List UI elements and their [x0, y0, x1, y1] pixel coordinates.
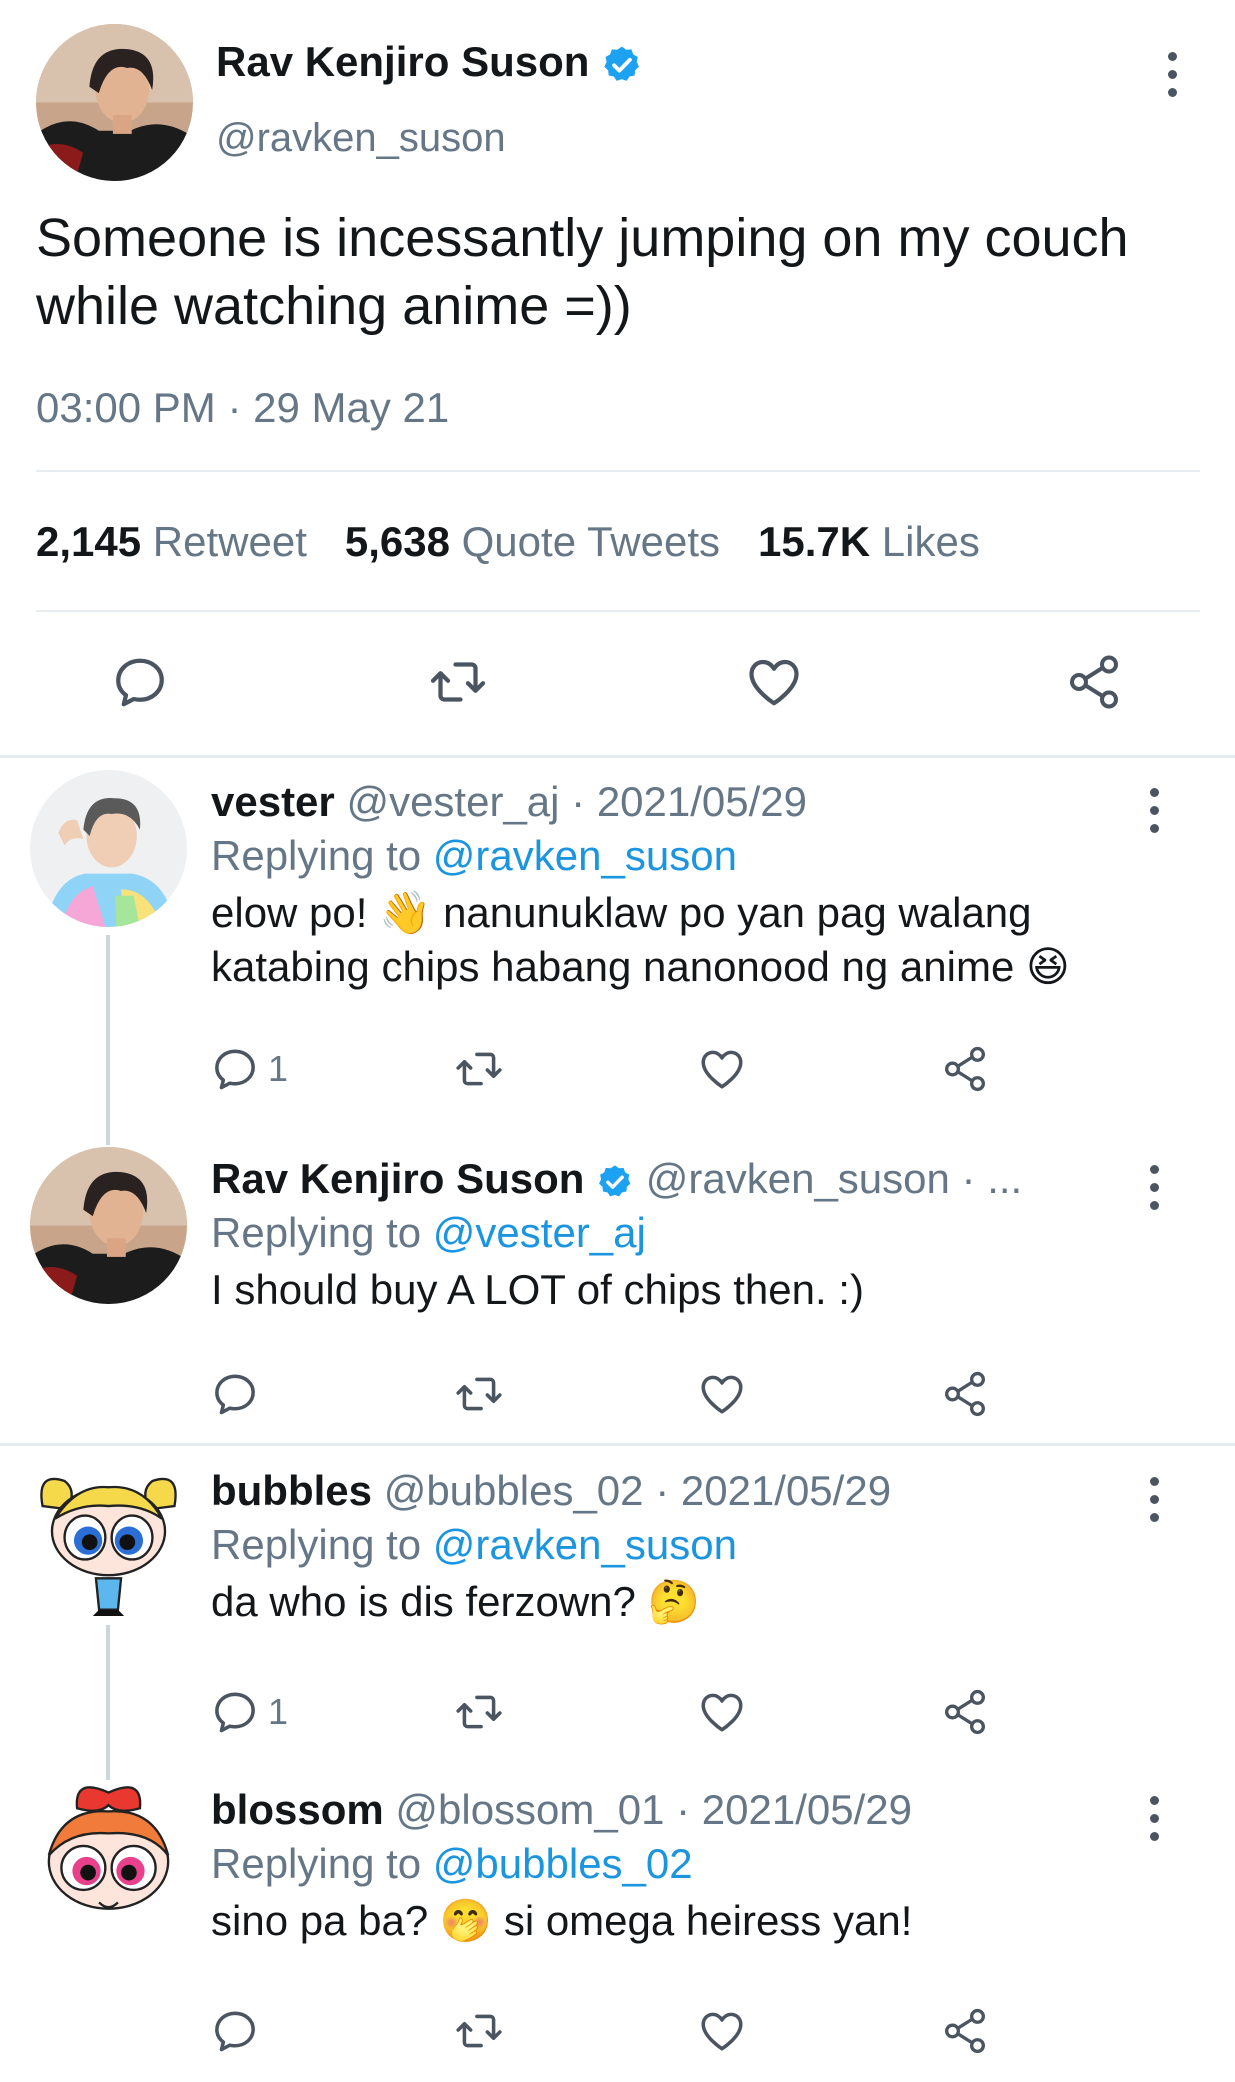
more-icon[interactable]: [1152, 44, 1192, 104]
like-icon: [697, 1369, 747, 1419]
retweet-icon: [452, 1044, 506, 1094]
reply-tweet: Rav Kenjiro Suson @ravken_suson · ... Re…: [0, 1135, 1235, 1440]
share-button[interactable]: [1064, 652, 1124, 712]
reply-handle[interactable]: @blossom_01 · 2021/05/29: [395, 1786, 912, 1833]
share-button[interactable]: [940, 1369, 990, 1419]
avatar[interactable]: [30, 1780, 187, 1937]
reply-header: vester @vester_aj · 2021/05/29: [211, 778, 807, 826]
share-icon: [940, 1044, 990, 1094]
likes-stat[interactable]: 15.7K Likes: [758, 518, 980, 565]
like-button[interactable]: [744, 652, 804, 712]
avatar[interactable]: [30, 1147, 187, 1304]
mention-link[interactable]: @ravken_suson: [433, 832, 737, 879]
face-with-hand-over-mouth-emoji: 🤭: [439, 1897, 493, 1944]
reply-author-name[interactable]: vester: [211, 778, 335, 825]
reply-count: 1: [268, 1691, 289, 1732]
retweets-stat[interactable]: 2,145 Retweet: [36, 518, 307, 565]
like-button[interactable]: [697, 2006, 747, 2056]
mention-link[interactable]: @ravken_suson: [433, 1521, 737, 1568]
verified-badge-icon: [596, 1163, 634, 1201]
reply-icon: [210, 1369, 260, 1419]
reply-tweet: bubbles @bubbles_02 · 2021/05/29 Replyin…: [0, 1447, 1235, 1767]
reply-text: sino pa ba? 🤭 si omega heiress yan!: [211, 1897, 913, 1944]
more-icon[interactable]: [1134, 1157, 1174, 1217]
reply-author-name[interactable]: Rav Kenjiro Suson: [211, 1155, 584, 1202]
retweet-icon: [452, 2006, 506, 2056]
grinning-squinting-face-emoji: 😆: [1025, 943, 1070, 990]
retweet-button[interactable]: [452, 1369, 506, 1419]
share-icon: [940, 2006, 990, 2056]
more-icon[interactable]: [1134, 1469, 1174, 1529]
retweet-icon: [426, 652, 490, 712]
tweet-stats: 2,145 Retweet 5,638 Quote Tweets 15.7K Lik…: [36, 518, 980, 566]
avatar[interactable]: [36, 24, 193, 181]
share-icon: [940, 1369, 990, 1419]
reply-icon: [110, 652, 170, 712]
tweet-text: Someone is incessantly jumping on my cou…: [36, 208, 1129, 336]
like-icon: [697, 1044, 747, 1094]
reply-text: da who is dis ferzown? 🤔: [211, 1578, 700, 1625]
mention-link[interactable]: @bubbles_02: [433, 1840, 693, 1887]
share-button[interactable]: [940, 1044, 990, 1094]
reply-button[interactable]: 1: [210, 1687, 288, 1737]
thinking-face-emoji: 🤔: [647, 1578, 700, 1625]
share-button[interactable]: [940, 2006, 990, 2056]
reply-button[interactable]: [210, 1369, 268, 1419]
retweet-button[interactable]: [452, 1044, 506, 1094]
more-icon[interactable]: [1134, 780, 1174, 840]
divider: [36, 610, 1200, 612]
reply-text: I should buy A LOT of chips then. :): [211, 1266, 864, 1313]
author-handle[interactable]: @ravken_suson: [216, 116, 506, 161]
like-button[interactable]: [697, 1369, 747, 1419]
share-icon: [1064, 652, 1124, 712]
like-icon: [744, 652, 804, 712]
like-button[interactable]: [697, 1687, 747, 1737]
divider: [36, 470, 1200, 472]
reply-button[interactable]: [110, 652, 170, 712]
retweet-button[interactable]: [426, 652, 490, 712]
verified-badge-icon: [601, 44, 643, 86]
reply-author-name[interactable]: blossom: [211, 1786, 384, 1833]
replying-to: Replying to @ravken_suson: [211, 1521, 737, 1568]
reply-icon: [210, 2006, 260, 2056]
waving-hand-emoji: 👋: [379, 889, 432, 936]
author-name[interactable]: Rav Kenjiro Suson: [216, 38, 643, 86]
like-icon: [697, 2006, 747, 2056]
reply-author-name[interactable]: bubbles: [211, 1467, 372, 1514]
retweet-icon: [452, 1687, 506, 1737]
like-icon: [697, 1687, 747, 1737]
avatar[interactable]: [30, 1459, 187, 1616]
reply-tweet: vester @vester_aj · 2021/05/29 Replying …: [0, 758, 1235, 1123]
reply-handle[interactable]: @bubbles_02 · 2021/05/29: [384, 1467, 891, 1514]
reply-text: elow po! 👋 nanunuklaw po yan pag walang …: [211, 889, 1070, 990]
tweet-timestamp[interactable]: 03:00 PM · 29 May 21: [36, 384, 449, 432]
reply-header: bubbles @bubbles_02 · 2021/05/29: [211, 1467, 891, 1515]
mention-link[interactable]: @vester_aj: [433, 1209, 646, 1256]
replying-to: Replying to @ravken_suson: [211, 832, 737, 879]
retweet-button[interactable]: [452, 2006, 506, 2056]
retweet-icon: [452, 1369, 506, 1419]
retweet-button[interactable]: [452, 1687, 506, 1737]
reply-icon: [210, 1044, 260, 1094]
replying-to: Replying to @bubbles_02: [211, 1840, 693, 1887]
reply-button[interactable]: [210, 2006, 268, 2056]
reply-tweet: blossom @blossom_01 · 2021/05/29 Replyin…: [0, 1766, 1235, 2082]
reply-icon: [210, 1687, 260, 1737]
section-divider: [0, 1443, 1235, 1446]
reply-count: 1: [268, 1048, 289, 1089]
reply-header: Rav Kenjiro Suson @ravken_suson · ...: [211, 1155, 1022, 1203]
reply-header: blossom @blossom_01 · 2021/05/29: [211, 1786, 912, 1834]
avatar[interactable]: [30, 770, 187, 927]
reply-handle[interactable]: @ravken_suson · ...: [646, 1155, 1022, 1202]
more-icon[interactable]: [1134, 1788, 1174, 1848]
main-tweet: Rav Kenjiro Suson @ravken_suson Someone …: [0, 0, 1235, 756]
share-button[interactable]: [940, 1687, 990, 1737]
like-button[interactable]: [697, 1044, 747, 1094]
quotes-stat[interactable]: 5,638 Quote Tweets: [345, 518, 720, 565]
author-name-text[interactable]: Rav Kenjiro Suson: [216, 38, 589, 85]
share-icon: [940, 1687, 990, 1737]
reply-button[interactable]: 1: [210, 1044, 288, 1094]
reply-handle[interactable]: @vester_aj · 2021/05/29: [346, 778, 807, 825]
replying-to: Replying to @vester_aj: [211, 1209, 646, 1256]
